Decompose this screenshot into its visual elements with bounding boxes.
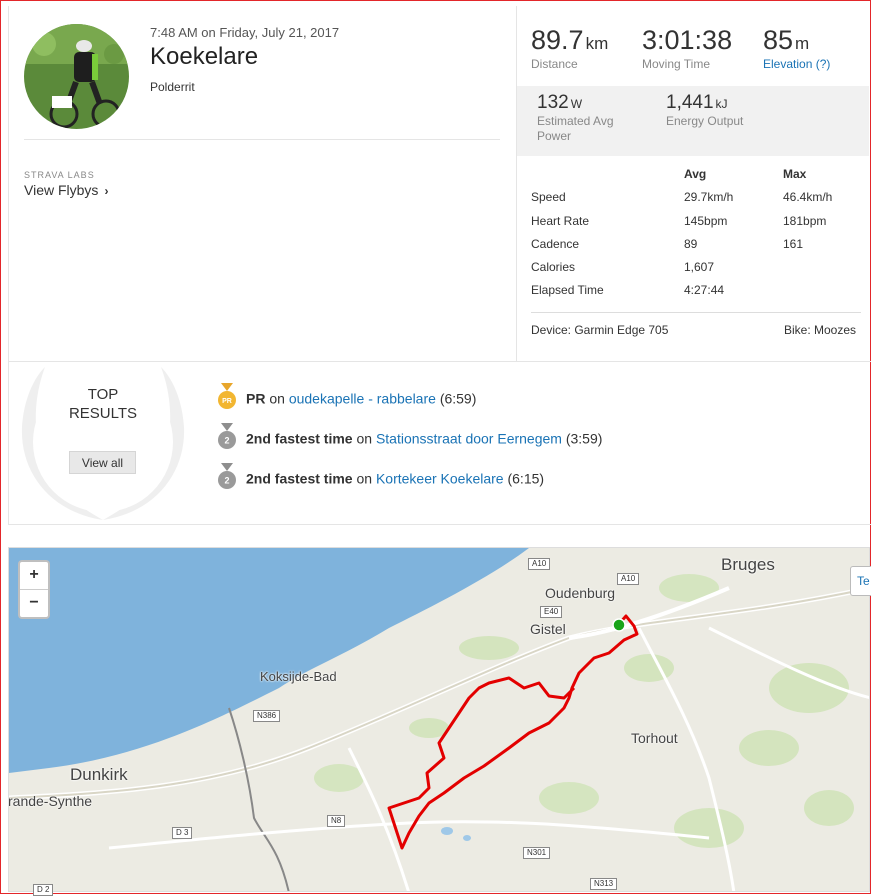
activity-summary-card: [8, 6, 871, 361]
page-title: Koekelare: [150, 43, 259, 70]
row-label: Speed: [531, 190, 566, 204]
row-label: Cadence: [531, 237, 580, 251]
map-label-torhout: Torhout: [631, 730, 678, 746]
activity-description: Polderrit: [150, 80, 195, 94]
map-label-gistel: Gistel: [530, 621, 566, 637]
zoom-out-button[interactable]: −: [20, 590, 48, 617]
distance-unit: km: [585, 34, 609, 53]
row-avg: 89: [684, 237, 698, 251]
segment-time: (6:15): [507, 470, 545, 487]
divider: [516, 6, 517, 361]
power-unit: W: [570, 97, 583, 111]
top-results-line1: TOP: [87, 386, 119, 403]
map-terrain-control[interactable]: Te: [850, 566, 871, 596]
pr-medal-icon: PR: [218, 383, 236, 409]
power-label-line1: Estimated Avg: [537, 114, 614, 128]
moving-time-label: Moving Time: [642, 57, 711, 71]
energy-label: Energy Output: [666, 114, 744, 128]
segment-link[interactable]: Kortekeer Koekelare: [376, 471, 504, 487]
route-map[interactable]: [8, 547, 870, 892]
road-tag: A10: [617, 573, 640, 585]
on-text: on: [269, 390, 285, 407]
road-tag: N313: [590, 878, 618, 890]
elevation-help-link[interactable]: Elevation (?): [763, 57, 830, 71]
row-label: Elapsed Time: [531, 283, 604, 297]
device-info: Device: Garmin Edge 705: [531, 323, 669, 337]
medal-rank-text: 2: [224, 436, 229, 446]
segment-time: (6:59): [439, 390, 477, 407]
activity-datetime: 7:48 AM on Friday, July 21, 2017: [150, 25, 340, 40]
bike-info: Bike: Moozes: [784, 323, 857, 337]
divider: [531, 312, 861, 313]
view-all-button[interactable]: View all: [69, 451, 136, 474]
stat-power: 132 W Estimated Avg Power: [537, 92, 614, 144]
map-label-bruges: Bruges: [721, 555, 775, 574]
energy-unit: kJ: [715, 97, 728, 111]
distance-label: Distance: [531, 57, 578, 71]
silver-medal-icon: 2: [218, 423, 236, 449]
strava-labs-label: STRAVA LABS: [24, 170, 95, 180]
road-tag: N301: [523, 847, 551, 859]
road-tag: D 3: [172, 827, 193, 839]
max-header: Max: [783, 167, 807, 181]
zoom-in-button[interactable]: +: [20, 562, 48, 590]
divider: [24, 139, 500, 140]
map-label-grande-synthe: rande-Synthe: [8, 793, 93, 809]
on-text: on: [356, 470, 373, 487]
list-item: 2 2nd fastest time on Kortekeer Koekelar…: [218, 463, 545, 494]
achievement: 2nd fastest time: [246, 470, 353, 487]
road-tag: N8: [327, 815, 346, 827]
power-value: 132: [537, 92, 569, 113]
power-label-line2: Power: [537, 129, 572, 143]
list-item: 2 2nd fastest time on Stationsstraat doo…: [218, 423, 603, 454]
moving-time-value: 3:01:38: [642, 25, 733, 55]
segment-time: (3:59): [565, 430, 603, 447]
row-max: 181bpm: [783, 214, 827, 228]
segment-link[interactable]: oudekapelle - rabbelare: [289, 391, 436, 407]
pr-medal-text: PR: [222, 398, 232, 405]
distance-value: 89.7: [531, 25, 584, 55]
stat-energy: 1,441 kJ Energy Output: [666, 92, 743, 129]
zoom-control: + −: [18, 560, 50, 619]
start-marker: [612, 618, 626, 632]
list-item: PR PR on oudekapelle - rabbelare (6:59): [218, 383, 477, 414]
view-flybys-label: View Flybys: [24, 182, 99, 198]
energy-value: 1,441: [666, 92, 714, 113]
stat-moving-time: 3:01:38 Moving Time: [642, 25, 732, 71]
map-label-koksijde: Koksijde-Bad: [260, 669, 337, 684]
elevation-unit: m: [795, 34, 810, 53]
row-avg: 1,607: [684, 260, 715, 274]
road-tag: A10: [528, 558, 551, 570]
road-tag: E40: [540, 606, 563, 618]
top-results-line2: RESULTS: [68, 405, 138, 422]
elevation-value: 85: [763, 25, 794, 55]
map-label-oudenburg: Oudenburg: [545, 585, 616, 601]
stat-elevation: 85 m Elevation (?): [763, 25, 830, 71]
road-tag: N386: [253, 710, 281, 722]
road-tag: D 2: [33, 884, 54, 896]
row-avg: 4:27:44: [684, 283, 725, 297]
map-label-dunkirk: Dunkirk: [70, 765, 128, 784]
power-panel: 132 W Estimated Avg Power 1,441 kJ Energy …: [517, 86, 869, 156]
row-max: 161: [783, 237, 804, 251]
silver-medal-icon: 2: [218, 463, 236, 489]
row-label: Heart Rate: [531, 214, 590, 228]
row-max: 46.4km/h: [783, 190, 833, 204]
row-label: Calories: [531, 260, 576, 274]
row-avg: 145bpm: [684, 214, 728, 228]
segment-link[interactable]: Stationsstraat door Eernegem: [376, 431, 562, 447]
row-avg: 29.7km/h: [684, 190, 734, 204]
avatar[interactable]: [24, 24, 129, 129]
stat-distance: 89.7 km Distance: [531, 25, 608, 71]
top-results-heading: TOP RESULTS: [65, 385, 141, 423]
chevron-right-icon: ›: [104, 184, 109, 198]
medal-rank-text: 2: [224, 476, 229, 486]
on-text: on: [356, 430, 373, 447]
map-canvas: [9, 548, 869, 891]
achievement: 2nd fastest time: [246, 430, 353, 447]
view-flybys-link[interactable]: View Flybys ›: [24, 182, 108, 198]
avg-header: Avg: [684, 167, 707, 181]
achievement: PR: [246, 390, 266, 407]
